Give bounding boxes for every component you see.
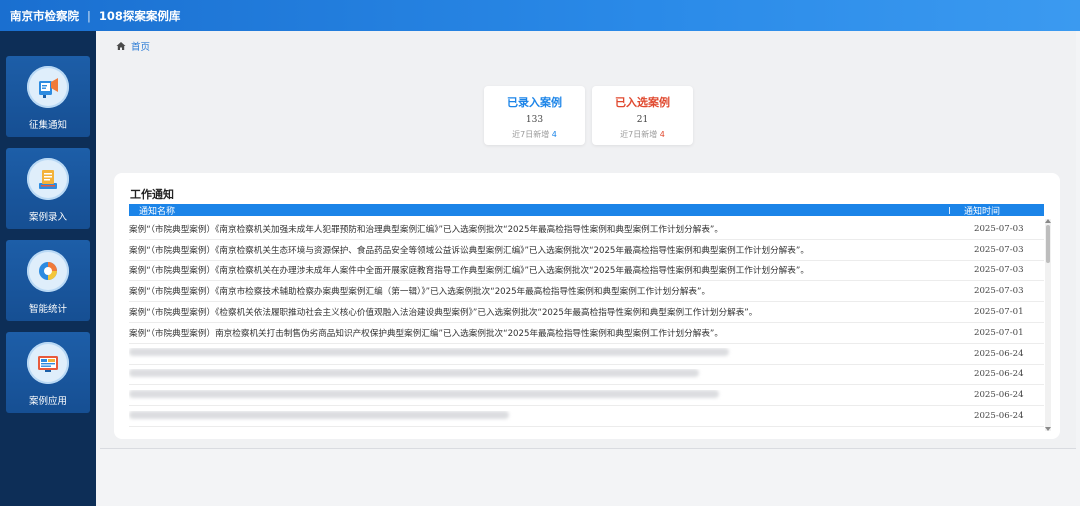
notice-name[interactable]: 案例“（市院典型案例）《南京检察机关加强未成年人犯罪预防和治理典型案例汇编》”已… bbox=[129, 223, 974, 235]
notice-date: 2025-06-24 bbox=[974, 348, 1024, 359]
stat-recent-label: 近7日新增 bbox=[512, 130, 550, 139]
sidebar-item-case-entry[interactable]: 案例录入 bbox=[6, 148, 90, 229]
sidebar-item-label: 案例应用 bbox=[28, 396, 67, 407]
table-row[interactable]: 案例“（市院典型案例）《南京检察机关生态环境与资源保护、食品药品安全等领域公益诉… bbox=[129, 240, 1044, 261]
notice-date: 2025-06-24 bbox=[974, 411, 1024, 422]
notice-list: 案例“（市院典型案例）《南京检察机关加强未成年人犯罪预防和治理典型案例汇编》”已… bbox=[129, 219, 1044, 431]
panel-title: 工作通知 bbox=[130, 188, 174, 201]
notice-name[interactable]: 案例“（市院典型案例）《南京检察机关生态环境与资源保护、食品药品安全等领域公益诉… bbox=[129, 244, 974, 256]
notice-date: 2025-07-03 bbox=[974, 244, 1024, 255]
notice-name[interactable]: 案例“（市院典型案例）《检察机关依法履职推动社会主义核心价值观融入法治建设典型案… bbox=[129, 306, 974, 318]
notice-name-blurred[interactable] bbox=[129, 389, 974, 401]
notice-name-blurred[interactable] bbox=[129, 410, 974, 422]
column-header-name: 通知名称 bbox=[139, 206, 176, 217]
table-row[interactable]: 案例“（市院典型案例）《南京检察机关在办理涉未成年人案件中全面开展家庭教育指导工… bbox=[129, 261, 1044, 282]
table-row[interactable]: 案例“（市院典型案例）《南京市检察技术辅助检察办案典型案例汇编（第一辑）》”已入… bbox=[129, 281, 1044, 303]
app-name: 108探案案例库 bbox=[98, 8, 181, 23]
stat-recent: 近7日新增 4 bbox=[484, 129, 585, 140]
notice-name-blurred[interactable] bbox=[129, 348, 974, 359]
sidebar: 征集通知 案例录入 智能统计 案例应用 bbox=[0, 31, 96, 506]
notice-date: 2025-07-03 bbox=[974, 286, 1024, 297]
sidebar-item-case-application[interactable]: 案例应用 bbox=[6, 332, 90, 413]
table-row[interactable]: 2025-06-24 bbox=[129, 385, 1044, 407]
notice-date: 2025-07-01 bbox=[974, 327, 1024, 338]
stat-recent: 近7日新增 4 bbox=[592, 129, 693, 140]
breadcrumb: 首页 bbox=[116, 39, 150, 53]
notice-name[interactable]: 案例“（市院典型案例）南京检察机关打击制售伪劣商品知识产权保护典型案例汇编”已入… bbox=[129, 327, 974, 339]
stat-value: 21 bbox=[636, 115, 649, 125]
document-entry-icon bbox=[27, 158, 69, 200]
monitor-app-icon bbox=[27, 342, 69, 384]
notice-name-blurred[interactable] bbox=[129, 368, 974, 380]
main-content: 首页 已录入案例 133 近7日新增 4 已入选案例 21 近7日新增 4 工作… bbox=[96, 31, 1080, 506]
sidebar-item-label: 智能统计 bbox=[28, 304, 67, 315]
table-row[interactable]: 2025-06-24 bbox=[129, 344, 1044, 365]
stat-recent-value: 4 bbox=[659, 130, 665, 139]
org-name: 南京市检察院 bbox=[10, 8, 79, 23]
scroll-up-icon[interactable] bbox=[1045, 219, 1051, 223]
sidebar-item-label: 征集通知 bbox=[28, 120, 67, 131]
sidebar-item-statistics[interactable]: 智能统计 bbox=[6, 240, 90, 321]
table-row[interactable]: 案例“（市院典型案例）《检察机关依法履职推动社会主义核心价值观融入法治建设典型案… bbox=[129, 302, 1044, 323]
scroll-down-icon[interactable] bbox=[1045, 427, 1051, 431]
stat-card-entered[interactable]: 已录入案例 133 近7日新增 4 bbox=[484, 86, 585, 145]
column-divider bbox=[949, 206, 950, 214]
notice-date: 2025-06-24 bbox=[974, 390, 1024, 401]
notice-scrollbar[interactable] bbox=[1045, 219, 1051, 431]
stat-title: 已录入案例 bbox=[507, 96, 562, 109]
sidebar-item-label: 案例录入 bbox=[28, 212, 67, 223]
home-icon bbox=[116, 42, 126, 50]
table-row[interactable]: 案例“（市院典型案例）南京检察机关打击制售伪劣商品知识产权保护典型案例汇编”已入… bbox=[129, 323, 1044, 344]
notice-date: 2025-07-01 bbox=[974, 307, 1024, 318]
breadcrumb-home-link[interactable]: 首页 bbox=[131, 39, 150, 53]
table-row[interactable]: 2025-06-24 bbox=[129, 406, 1044, 427]
table-row[interactable]: 2025-06-24 bbox=[129, 365, 1044, 386]
notice-name[interactable]: 案例“（市院典型案例）《南京市检察技术辅助检察办案典型案例汇编（第一辑）》”已入… bbox=[129, 285, 974, 297]
stat-title: 已入选案例 bbox=[615, 96, 670, 109]
notice-panel: 工作通知 通知名称 通知时间 案例“（市院典型案例）《南京检察机关加强未成年人犯… bbox=[114, 173, 1060, 439]
scrollbar-thumb[interactable] bbox=[1046, 225, 1050, 263]
content-area: 首页 已录入案例 133 近7日新增 4 已入选案例 21 近7日新增 4 工作… bbox=[100, 31, 1076, 449]
notice-date: 2025-06-24 bbox=[974, 369, 1024, 380]
stat-value: 133 bbox=[525, 115, 544, 125]
notice-date: 2025-07-03 bbox=[974, 223, 1024, 234]
table-header: 通知名称 通知时间 bbox=[129, 204, 1044, 217]
stat-recent-label: 近7日新增 bbox=[620, 130, 658, 139]
pie-chart-icon bbox=[27, 250, 69, 292]
notice-name[interactable]: 案例“（市院典型案例）《南京检察机关在办理涉未成年人案件中全面开展家庭教育指导工… bbox=[129, 264, 974, 276]
sidebar-item-notice[interactable]: 征集通知 bbox=[6, 56, 90, 137]
megaphone-icon bbox=[27, 66, 69, 108]
stat-recent-value: 4 bbox=[551, 130, 557, 139]
stat-card-selected[interactable]: 已入选案例 21 近7日新增 4 bbox=[592, 86, 693, 145]
top-header: 南京市检察院 | 108探案案例库 bbox=[0, 0, 1080, 31]
notice-date: 2025-07-03 bbox=[974, 265, 1024, 276]
header-separator: | bbox=[87, 8, 91, 23]
table-row[interactable]: 案例“（市院典型案例）《南京检察机关加强未成年人犯罪预防和治理典型案例汇编》”已… bbox=[129, 219, 1044, 240]
column-header-time: 通知时间 bbox=[964, 206, 1001, 217]
